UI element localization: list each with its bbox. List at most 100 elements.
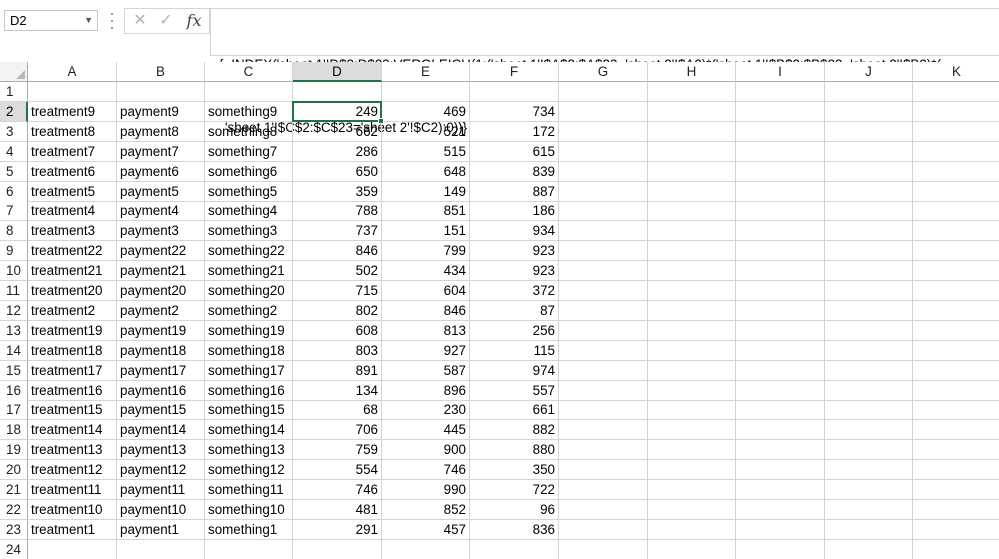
cell-g23[interactable] [559, 519, 648, 540]
cell-g14[interactable] [559, 340, 648, 361]
cell-k4[interactable] [913, 142, 999, 162]
cell-i24[interactable] [736, 539, 825, 559]
row-header-23[interactable]: 23 [0, 519, 28, 540]
cell-d4[interactable]: 286 [293, 141, 382, 162]
cell-d8[interactable]: 737 [293, 221, 382, 242]
row-header-10[interactable]: 10 [0, 261, 28, 282]
column-header-e[interactable]: E [382, 62, 470, 82]
cell-j5[interactable] [825, 161, 913, 182]
cell-k13[interactable] [913, 321, 999, 341]
cell-d10[interactable]: 502 [293, 261, 382, 282]
cell-j1[interactable] [825, 82, 913, 102]
cell-i23[interactable] [736, 519, 825, 540]
column-header-i[interactable]: I [736, 62, 825, 82]
cell-e9[interactable]: 799 [382, 241, 470, 262]
cell-h12[interactable] [648, 300, 736, 321]
cell-k2[interactable] [913, 102, 999, 122]
cell-f9[interactable]: 923 [470, 241, 559, 262]
cell-b7[interactable]: payment4 [117, 201, 205, 222]
cell-d9[interactable]: 846 [293, 241, 382, 262]
row-header-3[interactable]: 3 [0, 121, 28, 142]
cell-a16[interactable]: treatment16 [28, 380, 117, 401]
row-header-1[interactable]: 1 [0, 82, 28, 102]
cell-d3[interactable]: 662 [293, 121, 382, 142]
cell-b14[interactable]: payment18 [117, 340, 205, 361]
cell-d20[interactable]: 554 [293, 460, 382, 481]
cell-b2[interactable]: payment9 [117, 101, 205, 122]
cell-k11[interactable] [913, 281, 999, 301]
cell-h15[interactable] [648, 360, 736, 381]
cell-f21[interactable]: 722 [470, 480, 559, 500]
cell-g11[interactable] [559, 281, 648, 301]
cell-e18[interactable]: 445 [382, 420, 470, 441]
cell-k18[interactable] [913, 420, 999, 441]
cell-a2[interactable]: treatment9 [28, 101, 117, 122]
cell-f15[interactable]: 974 [470, 360, 559, 381]
cell-i19[interactable] [736, 440, 825, 461]
cell-g10[interactable] [559, 261, 648, 282]
cell-b10[interactable]: payment21 [117, 261, 205, 282]
cell-a22[interactable]: treatment10 [28, 499, 117, 520]
name-box[interactable]: D2 ▼ [4, 10, 98, 31]
cell-k1[interactable] [913, 82, 999, 102]
cell-c14[interactable]: something18 [205, 340, 293, 361]
cell-h4[interactable] [648, 141, 736, 162]
row-header-16[interactable]: 16 [0, 380, 28, 401]
cell-a8[interactable]: treatment3 [28, 221, 117, 242]
cell-a23[interactable]: treatment1 [28, 519, 117, 540]
cell-j16[interactable] [825, 380, 913, 401]
cell-e19[interactable]: 900 [382, 440, 470, 461]
cell-c15[interactable]: something17 [205, 360, 293, 381]
cell-d13[interactable]: 608 [293, 320, 382, 341]
row-header-14[interactable]: 14 [0, 340, 28, 361]
cell-e3[interactable]: 521 [382, 121, 470, 142]
cell-c8[interactable]: something3 [205, 221, 293, 242]
cell-f11[interactable]: 372 [470, 281, 559, 301]
cell-h21[interactable] [648, 480, 736, 500]
cell-k19[interactable] [913, 440, 999, 461]
cell-e10[interactable]: 434 [382, 261, 470, 282]
cell-f14[interactable]: 115 [470, 340, 559, 361]
cell-a20[interactable]: treatment12 [28, 460, 117, 481]
cell-f24[interactable] [470, 539, 559, 559]
cell-b18[interactable]: payment14 [117, 420, 205, 441]
cell-k22[interactable] [913, 500, 999, 520]
cell-a4[interactable]: treatment7 [28, 141, 117, 162]
cell-g3[interactable] [559, 121, 648, 142]
cell-c5[interactable]: something6 [205, 161, 293, 182]
cell-f4[interactable]: 615 [470, 141, 559, 162]
cell-g12[interactable] [559, 300, 648, 321]
cell-f16[interactable]: 557 [470, 380, 559, 401]
cell-a18[interactable]: treatment14 [28, 420, 117, 441]
cell-k20[interactable] [913, 460, 999, 481]
column-header-d[interactable]: D [293, 62, 382, 82]
cell-k5[interactable] [913, 162, 999, 182]
cell-c20[interactable]: something12 [205, 460, 293, 481]
cell-c11[interactable]: something20 [205, 281, 293, 301]
cell-h1[interactable] [648, 82, 736, 102]
cell-e17[interactable]: 230 [382, 400, 470, 421]
cell-a14[interactable]: treatment18 [28, 340, 117, 361]
cell-j19[interactable] [825, 440, 913, 461]
cell-c19[interactable]: something13 [205, 440, 293, 461]
cell-b6[interactable]: payment5 [117, 181, 205, 202]
cell-d24[interactable] [293, 539, 382, 559]
cell-j18[interactable] [825, 420, 913, 441]
cell-g2[interactable] [559, 101, 648, 122]
row-header-19[interactable]: 19 [0, 440, 28, 461]
row-header-2[interactable]: 2 [0, 101, 28, 122]
cell-h23[interactable] [648, 519, 736, 540]
cell-c7[interactable]: something4 [205, 201, 293, 222]
cell-i10[interactable] [736, 261, 825, 282]
cell-d5[interactable]: 650 [293, 161, 382, 182]
cell-i5[interactable] [736, 161, 825, 182]
cell-g13[interactable] [559, 320, 648, 341]
cell-i14[interactable] [736, 340, 825, 361]
cell-g9[interactable] [559, 241, 648, 262]
cell-d17[interactable]: 68 [293, 400, 382, 421]
cell-i2[interactable] [736, 101, 825, 122]
cell-k8[interactable] [913, 221, 999, 242]
cell-b24[interactable] [117, 539, 205, 559]
cell-g15[interactable] [559, 360, 648, 381]
column-header-b[interactable]: B [117, 62, 205, 82]
